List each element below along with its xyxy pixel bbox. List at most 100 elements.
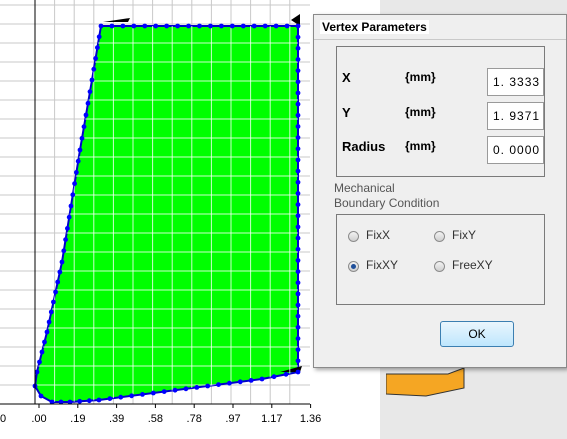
vertex-point[interactable] [120, 23, 126, 29]
vertex-point[interactable] [295, 124, 301, 129]
vertex-point[interactable] [93, 56, 98, 61]
vertex-point[interactable] [142, 23, 148, 29]
vertex-point[interactable] [91, 66, 97, 72]
y-value-field[interactable] [487, 102, 544, 130]
vertex-point[interactable] [39, 349, 45, 355]
vertex-point[interactable] [295, 168, 301, 174]
vertex-point[interactable] [197, 23, 202, 29]
vertex-point[interactable] [42, 339, 47, 345]
vertex-point[interactable] [66, 214, 72, 220]
vertex-point[interactable] [295, 246, 301, 252]
fixx-label[interactable]: FixX [366, 228, 390, 242]
vertex-point[interactable] [85, 100, 91, 106]
vertex-point[interactable] [186, 23, 191, 29]
vertex-point[interactable] [295, 257, 301, 263]
vertex-point[interactable] [57, 269, 63, 275]
vertex-point[interactable] [96, 397, 102, 403]
vertex-point[interactable] [96, 34, 102, 40]
vertex-point[interactable] [295, 23, 301, 29]
vertex-point[interactable] [271, 374, 277, 380]
vertex-point[interactable] [284, 23, 290, 29]
vertex-point[interactable] [240, 23, 246, 29]
vertex-point[interactable] [118, 394, 124, 400]
vertex-point[interactable] [251, 23, 257, 29]
vertex-point[interactable] [295, 101, 301, 107]
vertex-point[interactable] [150, 390, 156, 396]
vertex-point[interactable] [77, 398, 83, 404]
vertex-point[interactable] [46, 319, 52, 325]
vertex-point[interactable] [161, 389, 167, 394]
vertex-point[interactable] [259, 376, 265, 382]
vertex-point[interactable] [295, 45, 301, 51]
vertex-point[interactable] [295, 157, 301, 163]
freexy-label[interactable]: FreeXY [452, 258, 493, 272]
fixxy-label[interactable]: FixXY [366, 258, 398, 272]
vertex-point[interactable] [48, 309, 54, 315]
ok-button[interactable]: OK [440, 321, 514, 347]
vertex-point[interactable] [153, 23, 159, 29]
vertex-point[interactable] [218, 23, 224, 29]
vertex-point[interactable] [295, 358, 301, 364]
vertex-point[interactable] [262, 23, 268, 29]
vertex-point[interactable] [70, 192, 76, 198]
vertex-point[interactable] [89, 77, 95, 83]
vertex-point[interactable] [77, 147, 83, 153]
vertex-point[interactable] [283, 371, 289, 377]
fixy-radio[interactable] [434, 231, 445, 242]
vertex-point[interactable] [295, 202, 301, 207]
vertex-point[interactable] [53, 289, 58, 295]
vertex-point[interactable] [295, 369, 301, 375]
vertex-point[interactable] [129, 393, 135, 399]
vertex-point[interactable] [295, 146, 301, 152]
vertex-point[interactable] [194, 385, 200, 390]
vertex-point[interactable] [295, 302, 301, 308]
vertex-point[interactable] [295, 179, 301, 185]
vertex-point[interactable] [51, 299, 56, 305]
vertex-point[interactable] [295, 224, 301, 230]
vertex-point[interactable] [98, 23, 104, 29]
fixx-radio[interactable] [348, 231, 359, 242]
vertex-point[interactable] [295, 269, 301, 274]
vertex-point[interactable] [295, 336, 301, 341]
vertex-point[interactable] [44, 329, 50, 335]
vertex-point[interactable] [131, 23, 137, 29]
vertex-point[interactable] [175, 23, 181, 29]
x-value-field[interactable] [487, 68, 544, 96]
vertex-point[interactable] [183, 386, 189, 392]
vertex-point[interactable] [273, 23, 279, 29]
radius-value-field[interactable] [487, 136, 544, 164]
vertex-point[interactable] [164, 23, 170, 29]
vertex-point[interactable] [295, 191, 301, 196]
vertex-point[interactable] [75, 158, 81, 164]
vertex-point[interactable] [295, 235, 301, 241]
vertex-point[interactable] [55, 279, 61, 285]
vertex-point[interactable] [79, 135, 85, 141]
vertex-point[interactable] [229, 23, 235, 29]
vertex-point[interactable] [65, 226, 70, 231]
vertex-point[interactable] [248, 378, 254, 383]
fixxy-radio[interactable] [348, 261, 359, 272]
vertex-point[interactable] [295, 280, 301, 286]
freexy-radio[interactable] [434, 261, 445, 272]
vertex-point[interactable] [68, 203, 74, 209]
vertex-point[interactable] [59, 259, 65, 265]
vertex-point[interactable] [37, 359, 42, 365]
vertex-point[interactable] [295, 347, 301, 353]
vertex-point[interactable] [74, 170, 79, 175]
vertex-point[interactable] [205, 383, 211, 389]
vertex-point[interactable] [72, 181, 77, 187]
vertex-point[interactable] [216, 382, 221, 387]
vertex-point[interactable] [140, 392, 145, 397]
vertex-point[interactable] [295, 135, 301, 141]
vertex-point[interactable] [109, 23, 115, 29]
vertex-point[interactable] [295, 79, 301, 85]
vertex-point[interactable] [63, 237, 68, 243]
vertex-point[interactable] [227, 380, 232, 386]
vertex-point[interactable] [295, 213, 301, 219]
vertex-point[interactable] [86, 398, 92, 404]
vertex-point[interactable] [295, 313, 301, 319]
vertex-point[interactable] [87, 89, 93, 95]
vertex-point[interactable] [107, 396, 113, 401]
vertex-point[interactable] [295, 291, 301, 297]
vertex-point[interactable] [95, 45, 100, 50]
